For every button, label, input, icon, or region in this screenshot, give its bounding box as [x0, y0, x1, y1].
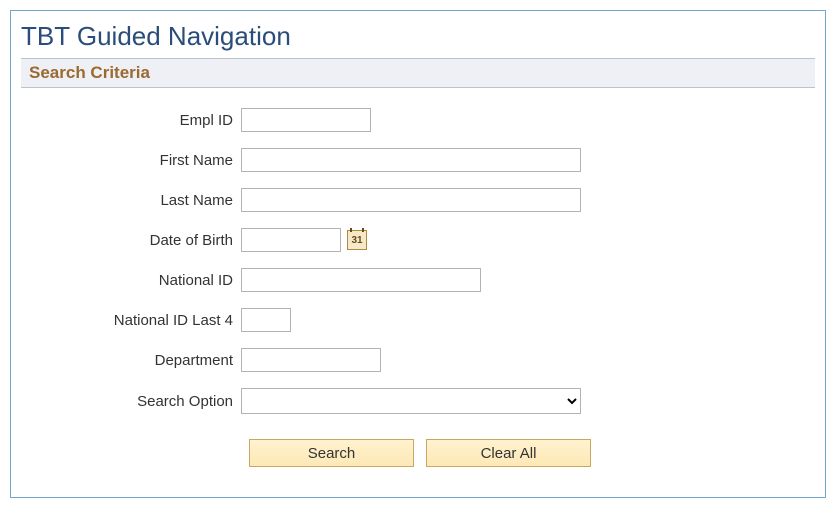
search-button[interactable]: Search	[249, 439, 414, 467]
row-dob: Date of Birth 31	[21, 228, 815, 252]
label-first-name: First Name	[21, 152, 241, 169]
search-option-select[interactable]	[241, 388, 581, 414]
first-name-input[interactable]	[241, 148, 581, 172]
row-empl-id: Empl ID	[21, 108, 815, 132]
row-first-name: First Name	[21, 148, 815, 172]
last-name-input[interactable]	[241, 188, 581, 212]
button-row: Search Clear All	[249, 439, 815, 467]
label-department: Department	[21, 352, 241, 369]
label-nid-last4: National ID Last 4	[21, 312, 241, 329]
row-department: Department	[21, 348, 815, 372]
row-national-id: National ID	[21, 268, 815, 292]
label-empl-id: Empl ID	[21, 112, 241, 129]
section-header: Search Criteria	[21, 58, 815, 88]
dob-input[interactable]	[241, 228, 341, 252]
row-nid-last4: National ID Last 4	[21, 308, 815, 332]
row-search-option: Search Option	[21, 388, 815, 414]
calendar-icon[interactable]: 31	[347, 230, 367, 250]
nid-last4-input[interactable]	[241, 308, 291, 332]
label-last-name: Last Name	[21, 192, 241, 209]
row-last-name: Last Name	[21, 188, 815, 212]
clear-all-button[interactable]: Clear All	[426, 439, 591, 467]
label-national-id: National ID	[21, 272, 241, 289]
page-title: TBT Guided Navigation	[21, 19, 815, 58]
national-id-input[interactable]	[241, 268, 481, 292]
department-input[interactable]	[241, 348, 381, 372]
label-search-option: Search Option	[21, 393, 241, 410]
empl-id-input[interactable]	[241, 108, 371, 132]
label-dob: Date of Birth	[21, 232, 241, 249]
page-container: TBT Guided Navigation Search Criteria Em…	[10, 10, 826, 498]
